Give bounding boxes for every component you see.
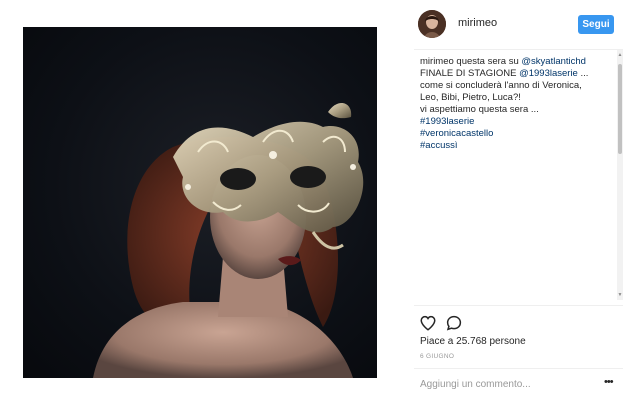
post-caption: mirimeo questa sera su @skyatlantichd FI…	[420, 56, 616, 152]
comment-bubble-icon[interactable]	[445, 314, 463, 332]
scroll-thumb[interactable]	[618, 64, 622, 154]
avatar-image	[418, 10, 446, 38]
post-photo	[93, 102, 364, 378]
hashtag-veronicacastello[interactable]: #veronicacastello	[420, 128, 616, 140]
caption-line-5: vi aspettiamo questa sera ...	[420, 104, 539, 115]
post-image[interactable]	[23, 27, 377, 378]
comment-input[interactable]	[420, 376, 590, 392]
caption-line-2: FINALE DI STAGIONE @1993laserie ...	[420, 68, 616, 80]
caption-text-2-suffix: ...	[577, 68, 589, 79]
post-date[interactable]: 6 GIUGNO	[420, 353, 454, 360]
divider	[414, 305, 623, 306]
caption-text-1: questa sera su	[453, 56, 522, 67]
post-header: mirimeo Segui	[414, 0, 623, 50]
follow-button[interactable]: Segui	[578, 15, 614, 34]
username-link[interactable]: mirimeo	[458, 17, 497, 29]
heart-outline-icon[interactable]	[419, 314, 437, 332]
more-options-icon[interactable]: •••	[604, 376, 614, 388]
likes-count[interactable]: Piace a 25.768 persone	[420, 336, 526, 347]
caption-line-3: come si concluderà l'anno di Veronica,	[420, 80, 582, 91]
mention-1993laserie[interactable]: @1993laserie	[519, 68, 578, 79]
post-sidebar: mirimeo Segui mirimeo questa sera su @sk…	[414, 0, 623, 400]
hashtag-accussi[interactable]: #accussì	[420, 140, 616, 152]
caption-text-2: FINALE DI STAGIONE	[420, 68, 520, 79]
caption-line-4: Leo, Bibi, Pietro, Luca?!	[420, 92, 521, 103]
caption-scrollbar[interactable]: ▲ ▼	[617, 50, 623, 300]
avatar[interactable]	[418, 10, 446, 38]
hashtag-1993laserie[interactable]: #1993laserie	[420, 116, 616, 128]
caption-username[interactable]: mirimeo	[420, 56, 454, 67]
caption-line-1: mirimeo questa sera su @skyatlantichd	[420, 56, 616, 68]
scroll-up-icon[interactable]: ▲	[617, 52, 623, 58]
divider	[414, 368, 623, 369]
scroll-down-icon[interactable]: ▼	[617, 292, 623, 298]
mention-skyatlantichd[interactable]: @skyatlantichd	[521, 56, 586, 67]
